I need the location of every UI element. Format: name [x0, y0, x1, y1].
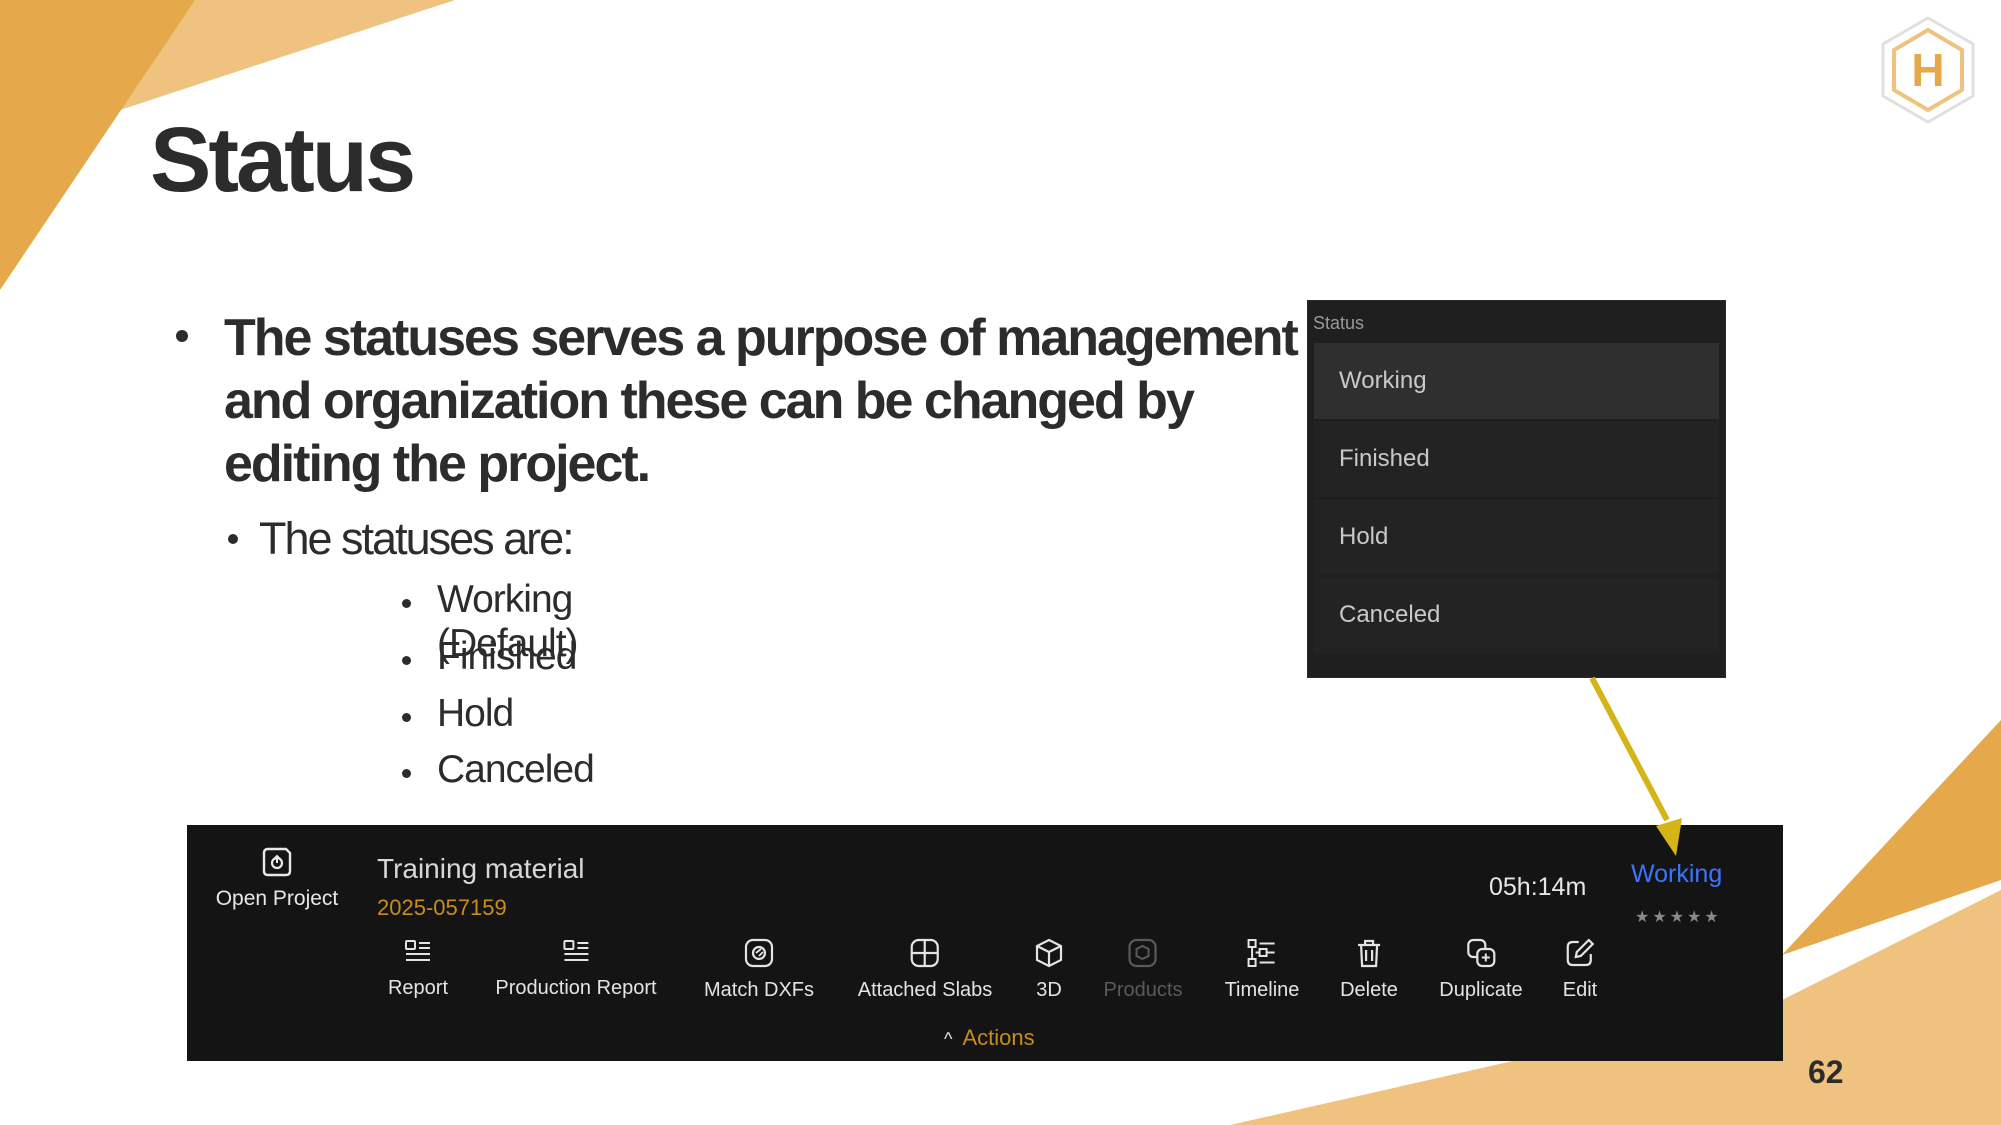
bullet-main: The statuses serves a purpose of managem…: [224, 307, 1299, 496]
edit-icon: [1566, 938, 1595, 967]
chevron-up-icon: ^: [944, 1029, 953, 1049]
attached-slabs-button[interactable]: Attached Slabs: [857, 937, 993, 1002]
project-timer: 05h:14m: [1489, 873, 1587, 901]
bullet-dot: [176, 330, 188, 342]
page-number: 62: [1808, 1054, 1844, 1090]
bullet-dot: [402, 769, 411, 778]
bullet-dot: [402, 599, 411, 608]
project-name: Training material: [377, 853, 585, 884]
status-dropdown[interactable]: Status Working Finished Hold Canceled: [1307, 300, 1726, 678]
duplicate-icon: [1466, 938, 1496, 968]
open-project-label: Open Project: [215, 887, 339, 910]
action-label: Report: [387, 977, 449, 999]
open-project-icon: [262, 847, 292, 877]
project-status[interactable]: Working: [1631, 860, 1722, 889]
bullet-dot: [402, 713, 411, 722]
action-label: Production Report: [495, 977, 657, 999]
trash-icon: [1358, 939, 1380, 968]
report-button[interactable]: Report: [388, 937, 448, 1000]
actions-toggle[interactable]: ^ Actions: [944, 1025, 1035, 1051]
status-item: Canceled: [437, 748, 595, 791]
open-project-button[interactable]: Open Project: [207, 845, 347, 911]
status-item: Hold: [437, 692, 514, 735]
bullet-main-text: The statuses serves a purpose of managem…: [224, 309, 1299, 493]
hexagon-h-logo: H: [1881, 16, 1975, 124]
duplicate-button[interactable]: Duplicate: [1439, 937, 1523, 1002]
slide-title: Status: [150, 109, 416, 211]
bullet-sub: The statuses are:: [259, 513, 575, 564]
timeline-icon: [1248, 939, 1275, 967]
action-label: Timeline: [1224, 979, 1300, 1001]
dropdown-option-canceled[interactable]: Canceled: [1314, 577, 1719, 653]
edit-button[interactable]: Edit: [1563, 937, 1597, 1002]
dropdown-option-finished[interactable]: Finished: [1314, 421, 1719, 497]
action-label: Duplicate: [1439, 979, 1523, 1001]
production-report-icon: [562, 940, 588, 961]
dropdown-option-hold[interactable]: Hold: [1314, 499, 1719, 575]
logo-letter: H: [1911, 44, 1944, 96]
dropdown-header: Status: [1313, 313, 1365, 333]
action-label: Edit: [1562, 979, 1598, 1001]
action-label: 3D: [1036, 979, 1062, 1001]
action-label: Products: [1103, 979, 1183, 1001]
bullet-dot: [402, 656, 411, 665]
report-icon: [405, 940, 430, 961]
bullet-dot: [228, 534, 238, 544]
status-item: Finished: [437, 635, 577, 678]
3d-button[interactable]: 3D: [1033, 937, 1065, 1002]
timeline-button[interactable]: Timeline: [1224, 937, 1300, 1002]
cube-icon: [1035, 938, 1063, 968]
action-label: Attached Slabs: [857, 979, 993, 1001]
action-label: Match DXFs: [703, 979, 815, 1001]
action-label: Delete: [1340, 979, 1398, 1001]
actions-toggle-label: Actions: [962, 1025, 1035, 1050]
delete-button[interactable]: Delete: [1340, 937, 1398, 1002]
production-report-button[interactable]: Production Report: [495, 937, 657, 1000]
project-panel: Open Project Training material 2025-0571…: [187, 825, 1783, 1061]
match-dxfs-button[interactable]: Match DXFs: [704, 937, 814, 1002]
products-icon: [1128, 938, 1158, 968]
match-dxfs-icon: [744, 938, 774, 968]
project-number: 2025-057159: [377, 895, 507, 920]
products-button: Products: [1103, 937, 1183, 1002]
attached-slabs-icon: [910, 938, 940, 968]
dropdown-option-working[interactable]: Working: [1314, 343, 1719, 419]
rating-stars[interactable]: ★★★★★: [1635, 907, 1722, 927]
